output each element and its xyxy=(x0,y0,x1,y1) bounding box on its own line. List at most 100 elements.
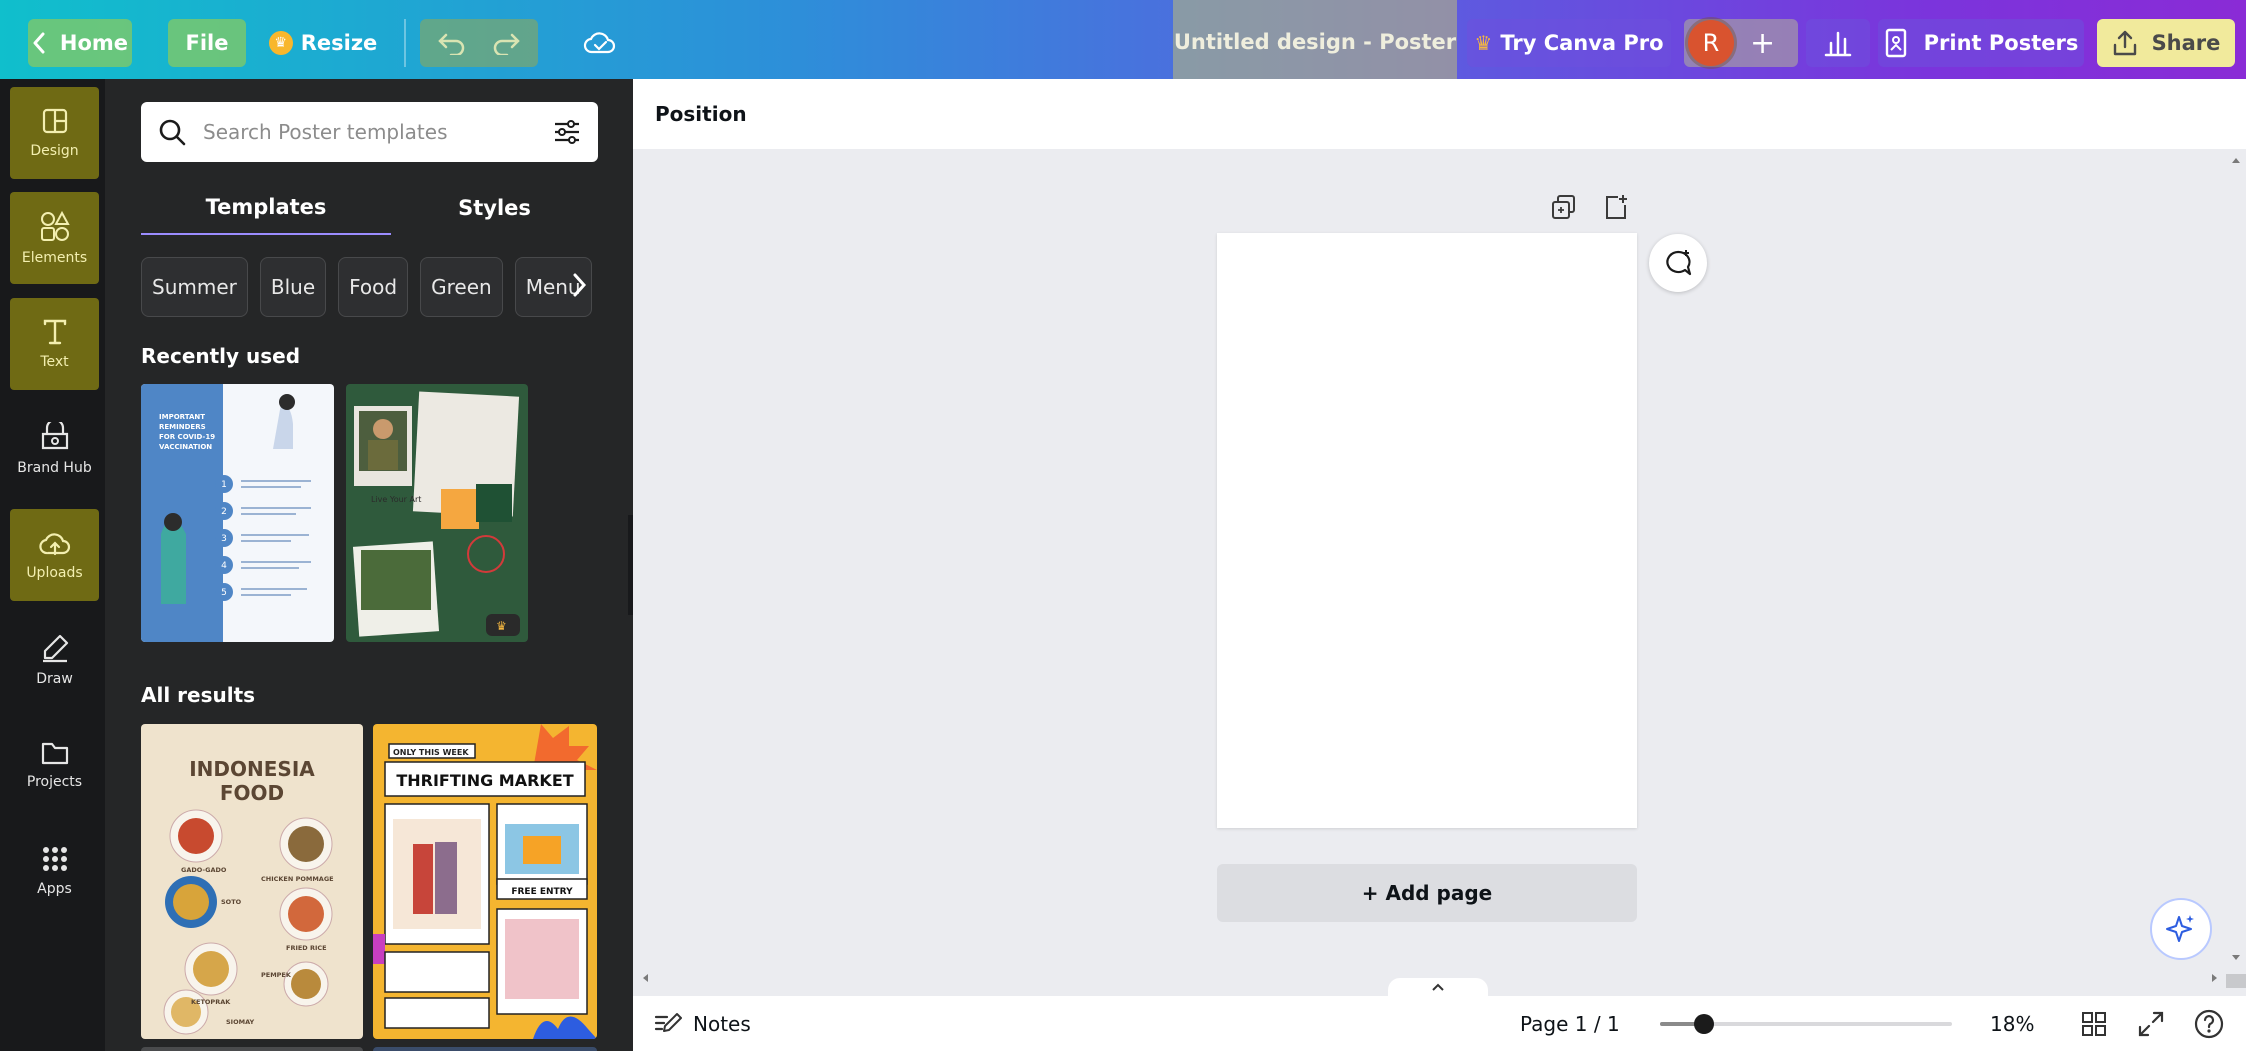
crown-icon: ♛ xyxy=(268,31,293,55)
vertical-scrollbar[interactable] xyxy=(2226,155,2246,965)
zoom-slider[interactable] xyxy=(1660,1014,1952,1034)
rail-item-design[interactable]: Design xyxy=(10,87,99,179)
share-button[interactable]: Share xyxy=(2097,19,2235,67)
scroll-corner xyxy=(2226,974,2246,988)
notes-pencil-icon xyxy=(654,1012,682,1032)
cloud-check-icon xyxy=(583,32,616,54)
share-label: Share xyxy=(2151,31,2221,55)
notes-button[interactable]: Notes xyxy=(653,1011,751,1037)
add-comment-button[interactable] xyxy=(1649,234,1707,292)
add-page-label: + Add page xyxy=(1361,881,1493,905)
rail-item-projects[interactable]: Projects xyxy=(10,719,99,811)
thumb-text: FOOD xyxy=(220,781,284,805)
thumb-step: 3 xyxy=(221,534,227,544)
rail-label: Uploads xyxy=(26,565,83,581)
top-bar: Home File ♛ Resize Untitled design - Pos… xyxy=(0,0,2246,87)
upload-cloud-icon xyxy=(38,533,70,556)
bottom-bar: Notes Page 1 / 1 18% xyxy=(633,996,2246,1051)
elements-icon xyxy=(40,210,70,241)
templates-panel: Search Poster templates Templates Styles… xyxy=(105,79,633,1051)
page-indicator[interactable]: Page 1 / 1 xyxy=(1520,1012,1620,1036)
cloud-save-status[interactable] xyxy=(578,19,622,67)
home-label: Home xyxy=(59,31,129,55)
tab-templates[interactable]: Templates xyxy=(141,181,391,235)
search-input[interactable]: Search Poster templates xyxy=(203,120,552,144)
help-icon[interactable] xyxy=(2193,1008,2225,1040)
zoom-level[interactable]: 18% xyxy=(1990,1012,2034,1036)
file-menu-button[interactable]: File xyxy=(168,19,246,67)
design-page[interactable] xyxy=(1217,233,1637,828)
fullscreen-icon[interactable] xyxy=(2137,1010,2165,1038)
thumb-text: THRIFTING MARKET xyxy=(396,771,573,790)
chip-food[interactable]: Food xyxy=(338,257,409,317)
chip-green[interactable]: Green xyxy=(420,257,503,317)
template-thumb-partial[interactable] xyxy=(373,1047,597,1051)
avatar[interactable]: R xyxy=(1688,20,1734,66)
home-button[interactable]: Home xyxy=(28,19,132,67)
crown-icon: ♛ xyxy=(496,619,507,633)
filter-sliders-icon[interactable] xyxy=(552,117,582,147)
duplicate-page-icon[interactable] xyxy=(1550,193,1578,221)
template-preview-image: Live Your Art ♛ xyxy=(352,391,520,637)
rail-item-elements[interactable]: Elements xyxy=(10,192,99,284)
notes-label: Notes xyxy=(693,1011,751,1036)
rail-item-text[interactable]: Text xyxy=(10,298,99,390)
thumb-text: FREE ENTRY xyxy=(511,887,573,897)
pen-icon xyxy=(42,634,68,663)
template-thumb-indonesia-food[interactable]: INDONESIA FOOD GADO-GADO CHICKEN POMMAGE… xyxy=(141,724,363,1039)
thumb-step: 2 xyxy=(221,507,227,517)
position-button[interactable]: Position xyxy=(655,102,747,126)
tab-styles[interactable]: Styles xyxy=(391,181,598,235)
try-canva-pro-button[interactable]: ♛ Try Canva Pro xyxy=(1467,19,1671,67)
rail-label: Apps xyxy=(37,881,72,897)
thumb-text: CHICKEN POMMAGE xyxy=(261,875,334,883)
try-pro-label: Try Canva Pro xyxy=(1500,31,1664,55)
thumb-text: VACCINATION xyxy=(159,443,212,451)
zoom-slider-handle[interactable] xyxy=(1694,1014,1714,1034)
document-title[interactable]: Untitled design - Poster xyxy=(1173,0,1457,87)
all-results-heading: All results xyxy=(141,683,256,707)
thumb-text: FRIED RICE xyxy=(286,944,327,952)
grid-view-icon[interactable] xyxy=(2080,1010,2108,1038)
resize-button[interactable]: ♛ Resize xyxy=(268,19,378,67)
design-icon xyxy=(42,108,67,134)
thumb-text: ONLY THIS WEEK xyxy=(393,748,469,757)
template-thumb-covid[interactable]: IMPORTANT REMINDERS FOR COVID-19 VACCINA… xyxy=(141,384,334,642)
brand-hub-icon xyxy=(41,422,68,450)
rail-item-uploads[interactable]: Uploads xyxy=(10,509,99,601)
template-thumb-thrifting-market[interactable]: ONLY THIS WEEK THRIFTING MARKET FREE ENT… xyxy=(373,724,597,1039)
bar-chart-icon xyxy=(1824,31,1852,57)
add-page-icon[interactable] xyxy=(1602,193,1630,221)
thumb-text: INDONESIA xyxy=(189,757,315,781)
add-collaborator-button[interactable]: + xyxy=(1750,26,1775,61)
redo-icon[interactable] xyxy=(491,31,521,55)
add-page-button[interactable]: + Add page xyxy=(1217,864,1637,922)
rail-label: Draw xyxy=(36,671,73,687)
rail-item-brand-hub[interactable]: Brand Hub xyxy=(10,403,99,495)
collaborators-group: R + xyxy=(1684,19,1798,67)
rail-item-draw[interactable]: Draw xyxy=(10,614,99,706)
thumb-text: GADO-GADO xyxy=(181,866,227,874)
rail-item-apps[interactable]: Apps xyxy=(10,825,99,917)
analytics-button[interactable] xyxy=(1806,19,1870,67)
chip-summer[interactable]: Summer xyxy=(141,257,248,317)
search-icon xyxy=(159,119,186,146)
tab-templates-label: Templates xyxy=(205,195,327,219)
template-thumb-partial[interactable] xyxy=(141,1047,363,1051)
magic-assistant-button[interactable] xyxy=(2150,898,2212,960)
print-posters-button[interactable]: Print Posters xyxy=(1878,19,2084,67)
undo-icon[interactable] xyxy=(437,31,467,55)
undo-redo-group xyxy=(420,19,538,67)
chevron-left-icon xyxy=(33,32,45,54)
divider xyxy=(404,19,406,67)
template-preview-image: ONLY THIS WEEK THRIFTING MARKET FREE ENT… xyxy=(373,724,597,1039)
tab-styles-label: Styles xyxy=(458,196,531,220)
template-thumb-collage[interactable]: Live Your Art ♛ xyxy=(346,384,528,642)
expand-pages-tab[interactable] xyxy=(1388,978,1488,996)
chevron-right-icon[interactable] xyxy=(570,271,588,299)
print-posters-label: Print Posters xyxy=(1923,31,2079,55)
chip-blue[interactable]: Blue xyxy=(259,257,327,317)
thumb-text: REMINDERS xyxy=(159,423,206,431)
thumb-text: FOR COVID-19 xyxy=(159,433,215,441)
search-box[interactable]: Search Poster templates xyxy=(141,102,598,162)
